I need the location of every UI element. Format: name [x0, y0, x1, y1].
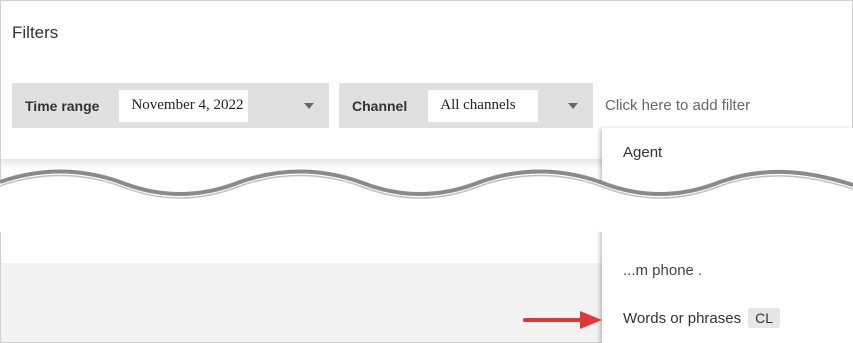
dropdown-item-agent[interactable]: Agent	[623, 144, 662, 161]
cl-badge: CL	[748, 308, 781, 328]
page-title: Filters	[12, 23, 59, 42]
time-range-filter[interactable]: Time range November 4, 2022	[12, 83, 329, 128]
time-range-label: Time range	[25, 97, 100, 114]
add-filter-input[interactable]: Click here to add filter	[605, 97, 750, 114]
chevron-down-icon[interactable]	[304, 102, 314, 109]
torn-edge-graphic	[0, 169, 853, 241]
time-range-value[interactable]: November 4, 2022	[119, 89, 249, 122]
channel-value[interactable]: All channels	[428, 89, 539, 122]
dropdown-item-label: Words or phrases	[623, 310, 742, 327]
channel-label: Channel	[352, 97, 408, 114]
channel-filter[interactable]: Channel All channels	[339, 83, 593, 128]
chevron-down-icon[interactable]	[568, 102, 578, 109]
dropdown-item-words-or-phrases[interactable]: Words or phrases CL	[623, 308, 781, 328]
results-area	[1, 263, 603, 342]
red-arrow-pointer	[523, 311, 602, 329]
